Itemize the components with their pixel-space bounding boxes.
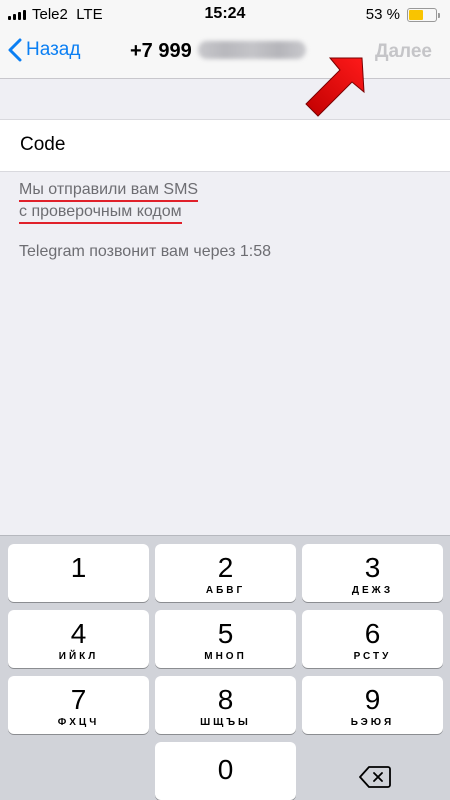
- key-letters: МНОП: [204, 651, 247, 662]
- key-digit: 8: [217, 684, 234, 715]
- key-letters: ФХЦЧ: [57, 717, 100, 728]
- next-button[interactable]: Далее: [375, 41, 432, 63]
- key-8[interactable]: 8 ШЩЪЫ: [155, 676, 296, 734]
- key-4[interactable]: 4 ИЙКЛ: [8, 610, 149, 668]
- back-button[interactable]: Назад: [8, 38, 80, 62]
- delete-key[interactable]: [343, 757, 407, 797]
- key-digit: 4: [70, 618, 87, 649]
- key-1[interactable]: 1: [8, 544, 149, 602]
- key-7[interactable]: 7 ФХЦЧ: [8, 676, 149, 734]
- key-letters: ДЕЖЗ: [351, 585, 394, 596]
- key-6[interactable]: 6 РСТУ: [302, 610, 443, 668]
- phone-prefix: +7 999: [130, 40, 192, 62]
- battery-icon: [407, 8, 440, 22]
- key-digit: 5: [217, 618, 234, 649]
- key-0[interactable]: 0: [155, 742, 296, 800]
- key-letters: РСТУ: [353, 651, 392, 662]
- key-digit: 6: [364, 618, 381, 649]
- annotation-arrow-icon: [305, 57, 365, 117]
- battery-percent: 53 %: [365, 6, 400, 23]
- numeric-keyboard: 1 2 АБВГ 3 ДЕЖЗ 4 ИЙКЛ 5 МНОП 6 РСТУ 7 Ф…: [0, 535, 450, 800]
- key-digit: 7: [70, 684, 87, 715]
- key-letters: ШЩЪЫ: [200, 717, 251, 728]
- key-3[interactable]: 3 ДЕЖЗ: [302, 544, 443, 602]
- backspace-icon: [359, 766, 391, 788]
- redacted-phone-digits: [197, 41, 306, 59]
- key-digit: 0: [217, 754, 234, 785]
- key-letters: ЬЭЮЯ: [350, 717, 395, 728]
- call-countdown-text: Telegram позвонит вам через 1:58: [19, 243, 271, 260]
- key-digit: 3: [364, 552, 381, 583]
- sms-sent-line-2: с проверочным кодом: [19, 203, 182, 224]
- sms-sent-text-1: Мы отправили вам SMS: [19, 181, 199, 202]
- key-2[interactable]: 2 АБВГ: [155, 544, 296, 602]
- battery-fill: [409, 10, 423, 20]
- key-9[interactable]: 9 ЬЭЮЯ: [302, 676, 443, 734]
- sms-sent-line-1: Мы отправили вам SMS: [19, 181, 199, 202]
- key-digit: 2: [217, 552, 234, 583]
- key-digit: 9: [364, 684, 381, 715]
- key-letters: АБВГ: [205, 585, 246, 596]
- key-digit: 1: [70, 552, 87, 583]
- code-input[interactable]: [20, 134, 420, 156]
- status-bar: Tele2 LTE 15:24 53 %: [0, 0, 450, 28]
- back-label: Назад: [26, 39, 81, 60]
- phone-number: +7 999: [130, 40, 306, 63]
- navigation-bar: Назад +7 999 Далее: [0, 28, 450, 79]
- code-field-container: [0, 119, 450, 172]
- key-letters: ИЙКЛ: [58, 651, 99, 662]
- sms-sent-text-2: с проверочным кодом: [19, 203, 182, 224]
- chevron-left-icon: [8, 38, 22, 62]
- key-5[interactable]: 5 МНОП: [155, 610, 296, 668]
